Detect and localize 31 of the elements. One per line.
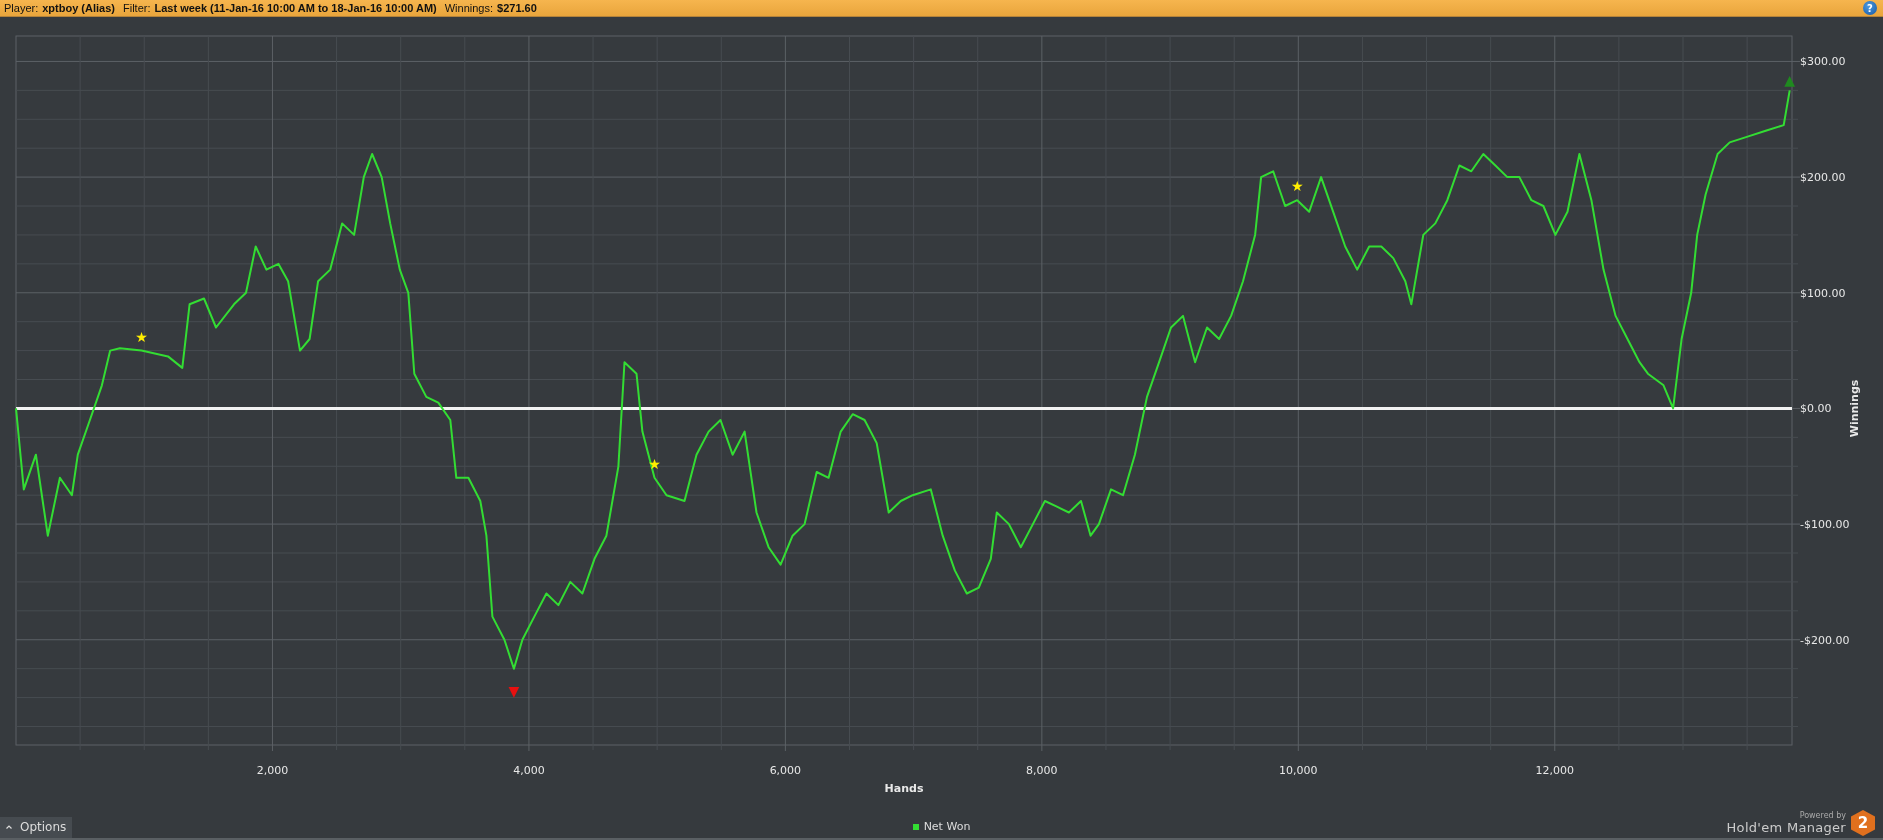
x-tick-label: 12,000: [1535, 764, 1574, 778]
y-tick-label: $100.00: [1800, 287, 1846, 301]
y-tick-label: -$200.00: [1800, 634, 1850, 648]
field-value: Last week (11-Jan-16 10:00 AM to 18-Jan-16 10:00 AM): [154, 2, 437, 15]
y-tick-label: $0.00: [1800, 402, 1832, 416]
field-value: $271.60: [497, 2, 537, 15]
x-tick-label: 4,000: [513, 764, 545, 778]
field-label: Filter:: [123, 2, 151, 15]
star-marker: ★: [1290, 178, 1304, 195]
x-tick-label: 2,000: [256, 764, 289, 778]
caret-icon: [6, 825, 12, 829]
field-label: Winnings:: [444, 2, 494, 15]
y-tick-label: $300.00: [1800, 55, 1846, 69]
y-axis-title: Winnings: [1848, 379, 1861, 438]
field-value: xptboy (Alias): [42, 2, 115, 15]
legend-label: Net Won: [923, 820, 971, 833]
field-label: Player:: [4, 2, 39, 15]
options-button[interactable]: Options: [0, 817, 73, 838]
x-tick-label: 8,000: [1026, 764, 1058, 778]
y-tick-label: -$100.00: [1800, 518, 1850, 532]
y-tick-label: $200.00: [1800, 171, 1846, 185]
brand-logo: 2: [1851, 810, 1875, 836]
brand-name: Hold'em Manager: [1726, 820, 1846, 835]
brand-tagline: Powered by: [1799, 811, 1846, 820]
high-point-marker: ▲: [1784, 72, 1796, 89]
star-marker: ★: [135, 328, 148, 345]
x-tick-label: 6,000: [769, 764, 802, 778]
x-tick-label: 10,000: [1279, 764, 1318, 778]
x-axis-title: Hands: [884, 782, 924, 796]
low-point-marker: ▼: [508, 683, 520, 699]
help-button[interactable]: ?: [1863, 1, 1877, 16]
